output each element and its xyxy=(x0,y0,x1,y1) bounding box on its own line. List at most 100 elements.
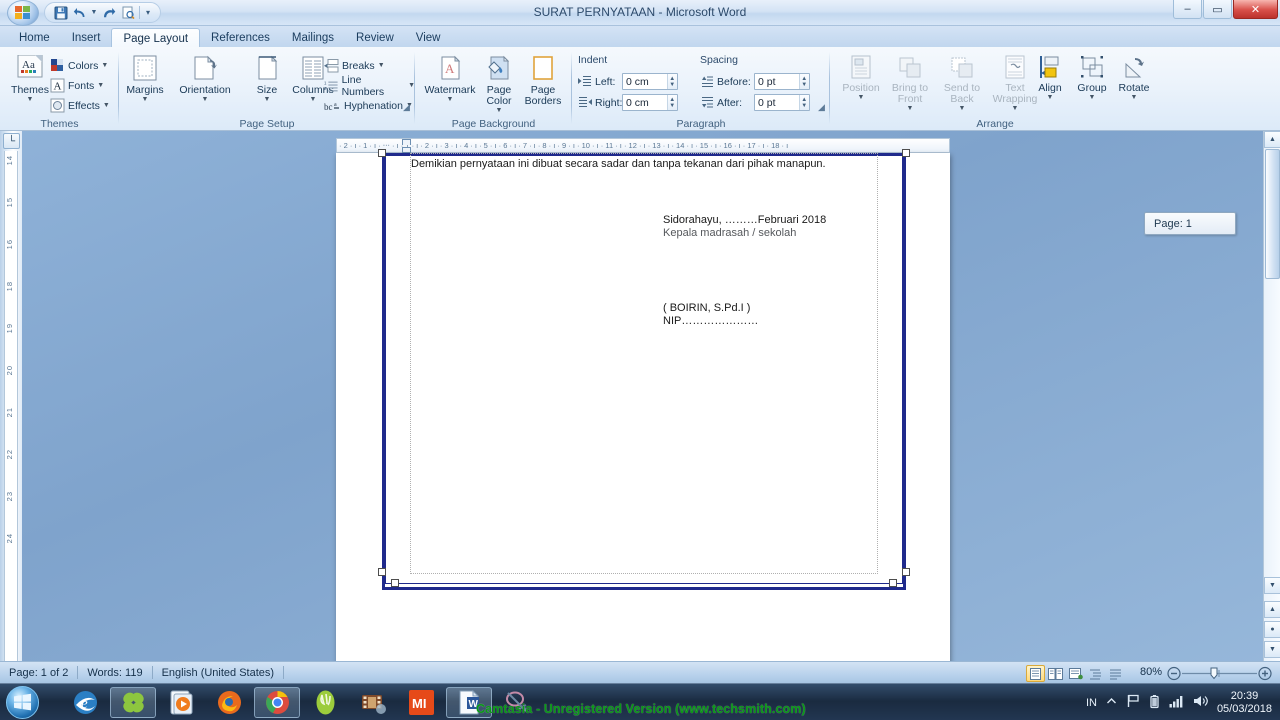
theme-effects-button[interactable]: Effects ▼ xyxy=(50,96,110,115)
print-layout-view-icon[interactable] xyxy=(1026,665,1045,682)
margins-button[interactable]: Margins ▼ xyxy=(119,53,171,103)
window-controls: – ▭ ✕ xyxy=(1173,0,1278,19)
close-button[interactable]: ✕ xyxy=(1233,0,1278,19)
select-browse-object-button[interactable]: ● xyxy=(1264,621,1280,638)
rotate-label: Rotate xyxy=(1118,82,1150,94)
margins-label: Margins xyxy=(126,84,164,96)
taskbar-google-chrome[interactable] xyxy=(254,687,300,718)
next-page-button[interactable]: ▼ xyxy=(1264,641,1280,658)
indent-right-spinner[interactable]: ▲▼ xyxy=(622,94,678,111)
web-layout-view-icon[interactable] xyxy=(1066,665,1085,682)
page-setup-dialog-launcher[interactable]: ◢ xyxy=(401,102,412,113)
size-button[interactable]: Size ▼ xyxy=(241,53,293,103)
send-to-back-button[interactable]: Send to Back ▼ xyxy=(936,53,988,112)
document-line-place-date[interactable]: Sidorahayu, ………Februari 2018 xyxy=(663,214,826,227)
indent-left-arrows[interactable]: ▲ ▼ xyxy=(666,74,677,89)
status-page-indicator[interactable]: Page: 1 of 2 xyxy=(0,662,77,684)
selection-handle[interactable] xyxy=(902,568,910,576)
tab-view[interactable]: View xyxy=(405,28,452,48)
show-hidden-icons-icon[interactable] xyxy=(1106,696,1117,710)
selection-handle[interactable] xyxy=(391,579,399,587)
breaks-button[interactable]: Breaks ▼ xyxy=(324,56,385,75)
taskbar-green-clover-app[interactable] xyxy=(110,687,156,718)
scroll-up-button[interactable]: ▲ xyxy=(1264,131,1280,148)
selection-handle[interactable] xyxy=(378,568,386,576)
theme-fonts-button[interactable]: A Fonts ▼ xyxy=(50,76,104,95)
svg-text:2: 2 xyxy=(324,85,327,90)
taskbar-clock[interactable]: 20:39 05/03/2018 xyxy=(1217,690,1272,716)
previous-page-button[interactable]: ▲ xyxy=(1264,601,1280,618)
tab-home[interactable]: Home xyxy=(8,28,61,48)
spacing-before-input[interactable] xyxy=(755,74,799,89)
start-button[interactable] xyxy=(6,686,39,719)
tab-page-layout[interactable]: Page Layout xyxy=(111,28,201,48)
tab-review[interactable]: Review xyxy=(345,28,405,48)
indent-right-arrows[interactable]: ▲ ▼ xyxy=(666,95,677,110)
vertical-ruler[interactable]: └ 14 15 16 18 19 20 21 22 23 24 xyxy=(0,131,22,661)
tab-references[interactable]: References xyxy=(200,28,281,48)
document-line-nip[interactable]: NIP………………… xyxy=(663,315,758,328)
bring-to-front-button[interactable]: Bring to Front ▼ xyxy=(884,53,936,112)
taskbar-video-editor[interactable] xyxy=(350,687,396,718)
tab-mailings[interactable]: Mailings xyxy=(281,28,345,48)
network-signal-icon[interactable] xyxy=(1169,695,1184,711)
selection-handle[interactable] xyxy=(902,149,910,157)
taskbar-internet-explorer[interactable]: e xyxy=(62,687,108,718)
selection-handle[interactable] xyxy=(378,149,386,157)
page-borders-button[interactable]: Page Borders xyxy=(519,53,567,107)
rotate-caret-icon: ▼ xyxy=(1130,94,1138,101)
taskbar-media-player[interactable] xyxy=(158,687,204,718)
spacing-before-arrows[interactable]: ▲ ▼ xyxy=(798,74,809,89)
indent-left-spinner[interactable]: ▲▼ xyxy=(622,73,678,90)
zoom-level-label[interactable]: 80% xyxy=(1140,666,1162,678)
indent-left-input[interactable] xyxy=(623,74,667,89)
page-color-button[interactable]: Page Color ▼ xyxy=(477,53,521,114)
taskbar-mi-app[interactable]: MI xyxy=(398,687,444,718)
tab-insert[interactable]: Insert xyxy=(61,28,112,48)
draft-view-icon[interactable] xyxy=(1106,665,1125,682)
paragraph-dialog-launcher[interactable]: ◢ xyxy=(816,102,827,113)
tab-stop-selector[interactable]: └ xyxy=(3,133,20,149)
vertical-scrollbar[interactable]: ▲ ▼ ▲ ● ▼ xyxy=(1263,131,1280,661)
outline-view-icon[interactable] xyxy=(1086,665,1105,682)
rotate-button[interactable]: Rotate ▼ xyxy=(1108,53,1160,101)
selection-handle[interactable] xyxy=(889,579,897,587)
document-line-closing[interactable]: Demikian pernyataan ini dibuat secara sa… xyxy=(411,158,826,171)
maximize-button[interactable]: ▭ xyxy=(1203,0,1232,19)
bring-to-front-label: Bring to Front xyxy=(891,82,929,105)
horizontal-ruler[interactable]: · 2 · ı · 1 · ı · ‧‧‧ · ı · 1 · ı · 2 · … xyxy=(336,138,950,153)
vruler-tick: 23 xyxy=(5,491,14,502)
theme-fonts-caret-icon: ▼ xyxy=(97,82,105,89)
document-line-signer-name[interactable]: ( BOIRIN, S.Pd.I ) xyxy=(663,302,750,315)
taskbar-green-hand-app[interactable] xyxy=(302,687,348,718)
themes-button-label: Themes xyxy=(11,84,49,96)
position-button[interactable]: Position ▼ xyxy=(835,53,887,101)
minimize-button[interactable]: – xyxy=(1173,0,1202,19)
document-line-signer-title[interactable]: Kepala madrasah / sekolah xyxy=(663,227,796,240)
action-flag-icon[interactable] xyxy=(1126,694,1140,711)
first-line-indent-marker[interactable] xyxy=(402,139,411,145)
line-numbers-button[interactable]: 1 2 Line Numbers ▼ xyxy=(324,74,415,98)
input-language-indicator[interactable]: IN xyxy=(1086,697,1097,709)
scrollbar-thumb[interactable] xyxy=(1265,149,1280,279)
indent-right-input[interactable] xyxy=(623,95,667,110)
themes-button[interactable]: Aa Themes ▼ xyxy=(4,53,56,103)
orientation-button[interactable]: Orientation ▼ xyxy=(171,53,239,103)
battery-icon[interactable] xyxy=(1149,694,1160,712)
full-screen-reading-view-icon[interactable] xyxy=(1046,665,1065,682)
status-language[interactable]: English (United States) xyxy=(153,662,284,684)
status-word-count[interactable]: Words: 119 xyxy=(78,662,151,684)
hyphenation-button[interactable]: bc a Hyphenation ▼ xyxy=(324,96,413,115)
spacing-after-arrows[interactable]: ▲ ▼ xyxy=(798,95,809,110)
scroll-down-button[interactable]: ▼ xyxy=(1264,577,1280,594)
spacing-after-input[interactable] xyxy=(755,95,799,110)
themes-caret-icon: ▼ xyxy=(26,96,34,103)
watermark-button[interactable]: A Watermark ▼ xyxy=(421,53,479,103)
taskbar-firefox[interactable] xyxy=(206,687,252,718)
spacing-before-spinner[interactable]: ▲▼ xyxy=(754,73,810,90)
volume-icon[interactable] xyxy=(1193,694,1208,711)
theme-colors-button[interactable]: Colors ▼ xyxy=(50,56,108,75)
zoom-slider[interactable] xyxy=(1167,666,1272,681)
document-page-1[interactable]: Demikian pernyataan ini dibuat secara sa… xyxy=(336,149,950,661)
spacing-after-spinner[interactable]: ▲▼ xyxy=(754,94,810,111)
